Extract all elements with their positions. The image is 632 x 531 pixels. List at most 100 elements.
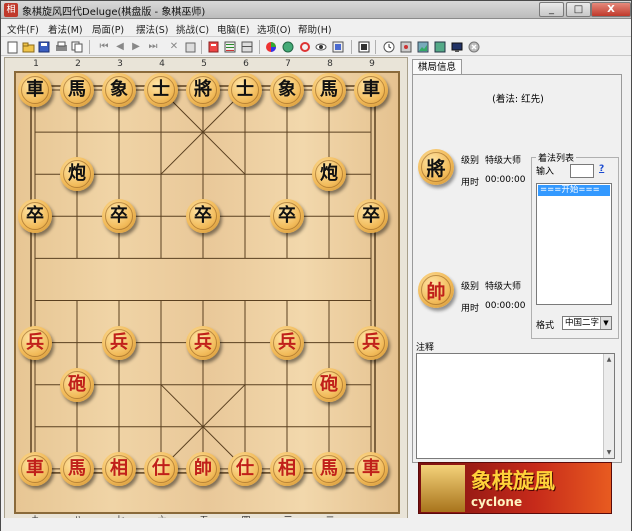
black-piece[interactable]: 將 [186,73,220,107]
menu-help[interactable]: 帮助(H) [298,22,332,36]
red-piece[interactable]: 仕 [144,451,178,486]
help-link[interactable]: ? [599,164,604,174]
red-time-value: 00:00:00 [485,301,526,311]
black-piece[interactable]: 象 [270,73,304,107]
piece-label: 象 [110,79,128,100]
piece-label: 象 [278,79,296,100]
piece-label: 卒 [110,205,128,227]
engine-icon[interactable] [281,40,295,54]
red-piece[interactable]: 相 [270,451,304,486]
red-piece[interactable]: 仕 [228,451,262,486]
red-player-avatar: 帥 [418,272,454,308]
maximize-button[interactable]: □ [566,2,591,17]
piece-label: 砲 [320,373,338,395]
xiangqi-board[interactable]: 車馬象士將士象馬車炮炮卒卒卒卒卒兵兵兵兵兵砲砲車馬相仕帥仕相馬車 [14,71,400,514]
black-piece[interactable]: 炮 [60,157,94,192]
red-piece[interactable]: 馬 [312,451,346,486]
black-time-value: 00:00:00 [485,175,526,185]
piece-label: 士 [152,79,170,100]
picture-icon[interactable] [416,40,430,54]
open-folder-icon[interactable] [21,40,35,54]
menu-position[interactable]: 局面(P) [92,22,124,36]
notes-scrollbar[interactable]: ▲ ▼ [603,354,614,458]
red-piece[interactable]: 砲 [60,367,94,402]
black-piece[interactable]: 馬 [60,73,94,107]
main-window: 相 象棋旋风四代Deluge(棋盘版 - 象棋巫师) _ □ X 文件(F) 着… [0,0,632,531]
table-icon[interactable] [240,40,254,54]
format-select[interactable]: 中国二字 ▼ [562,316,612,330]
scroll-down-icon[interactable]: ▼ [604,447,614,458]
red-piece[interactable]: 兵 [102,325,136,360]
piece-label: 馬 [68,79,86,100]
move-input[interactable] [570,164,594,178]
red-piece[interactable]: 兵 [186,325,220,360]
previous-move-icon[interactable]: ◀ [113,40,127,54]
product-banner: 象棋旋風 cyclone [418,462,612,514]
piece-label: 兵 [110,331,128,353]
delete-move-icon[interactable]: ✕ [167,40,181,54]
piece-label: 相 [278,457,296,479]
print-icon[interactable] [54,40,68,54]
piece-label: 兵 [194,331,212,353]
red-piece[interactable]: 車 [18,451,52,486]
red-piece[interactable]: 車 [354,451,388,486]
piece-label: 兵 [362,331,380,353]
edit-board-icon[interactable] [206,40,220,54]
menu-file[interactable]: 文件(F) [7,22,39,36]
red-piece[interactable]: 兵 [354,325,388,360]
menu-move[interactable]: 着法(M) [48,22,83,36]
save-icon[interactable] [37,40,51,54]
menu-setup[interactable]: 摆法(S) [136,22,168,36]
colorwheel-icon[interactable] [264,40,278,54]
next-move-icon[interactable]: ▶ [129,40,143,54]
black-piece[interactable]: 車 [354,73,388,107]
red-piece[interactable]: 馬 [60,451,94,486]
chevron-down-icon[interactable]: ▼ [600,317,611,329]
stop-icon[interactable] [467,40,481,54]
black-piece[interactable]: 車 [18,73,52,107]
column-number: 5 [201,59,207,69]
minimize-button[interactable]: _ [539,2,564,17]
scroll-up-icon[interactable]: ▲ [604,354,614,365]
screen-icon[interactable] [450,40,464,54]
red-piece[interactable]: 砲 [312,367,346,402]
movelist-box[interactable]: ===开始=== [536,183,612,305]
black-piece[interactable]: 炮 [312,157,346,192]
tab-game-info[interactable]: 棋局信息 [412,59,463,75]
menu-challenge[interactable]: 挑战(C) [176,22,209,36]
close-button[interactable]: X [591,2,631,17]
clock-icon[interactable] [382,40,396,54]
first-move-icon[interactable]: ⏮ [97,40,111,54]
piece-label: 卒 [278,205,296,227]
red-piece[interactable]: 兵 [18,325,52,360]
column-number: 1 [33,59,39,69]
black-piece[interactable]: 象 [102,73,136,107]
movelist-start-item[interactable]: ===开始=== [538,185,610,196]
notes-textarea[interactable]: ▲ ▼ [416,353,615,459]
red-piece[interactable]: 相 [102,451,136,486]
list-icon[interactable] [223,40,237,54]
black-piece[interactable]: 士 [228,73,262,107]
red-piece[interactable]: 帥 [186,451,220,486]
wizard-icon[interactable] [399,40,413,54]
toolbar: ⏮ ◀ ▶ ⏭ ✕ [1,38,631,56]
landscape-icon[interactable] [433,40,447,54]
last-move-icon[interactable]: ⏭ [146,40,160,54]
clipboard-icon[interactable] [183,40,197,54]
black-piece[interactable]: 馬 [312,73,346,107]
menu-computer[interactable]: 电脑(E) [217,22,249,36]
board-view-icon[interactable] [357,40,371,54]
hint-icon[interactable] [314,40,328,54]
analyze-icon[interactable] [298,40,312,54]
piece-label: 士 [236,79,254,100]
piece-label: 車 [362,457,380,479]
title-bar[interactable]: 相 象棋旋风四代Deluge(棋盘版 - 象棋巫师) _ □ X [1,1,631,19]
piece-label: 卒 [194,205,212,227]
copy-icon[interactable] [70,40,84,54]
new-file-icon[interactable] [5,40,19,54]
menu-options[interactable]: 选项(O) [257,22,291,36]
red-piece[interactable]: 兵 [270,325,304,360]
format-value: 中国二字 [565,318,600,328]
black-piece[interactable]: 士 [144,73,178,107]
book-icon[interactable] [331,40,345,54]
